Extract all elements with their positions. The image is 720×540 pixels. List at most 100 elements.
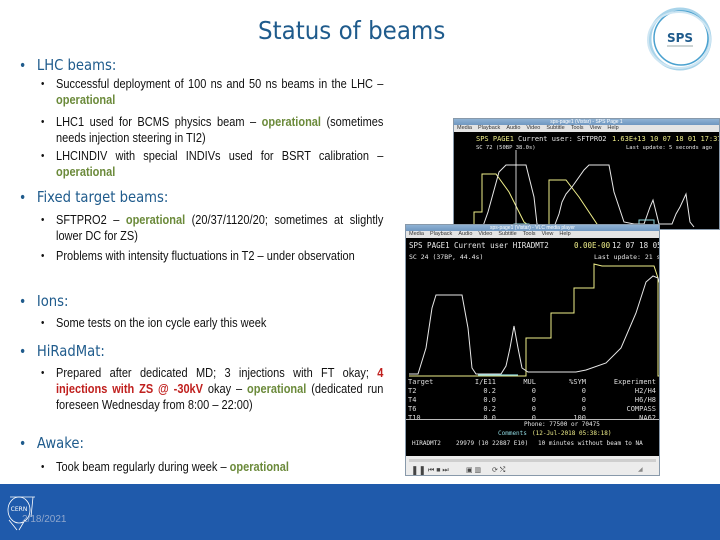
table-cell: MUL	[523, 378, 536, 386]
beam-plot	[409, 263, 659, 377]
item-text: SFTPRO2 –	[56, 213, 126, 227]
bullet-icon: •	[19, 58, 27, 74]
table-cell: 0	[581, 396, 586, 404]
bullet-item: • Prepared after dedicated MD; 3 injectio…	[41, 365, 383, 413]
menu-item-playback[interactable]: Playback	[430, 231, 452, 237]
menu-item-audio[interactable]: Audio	[506, 125, 520, 131]
fullscreen-button[interactable]: ▣ ▥	[466, 466, 481, 475]
svg-text:SPS: SPS	[667, 31, 693, 45]
item-text: okay –	[203, 382, 248, 396]
table-cell: I/E11	[474, 378, 496, 386]
table-cell: Target	[408, 378, 434, 386]
heading-text: Ions:	[36, 292, 69, 310]
section-heading: • HiRadMat:	[19, 342, 105, 360]
bullet-item: • Successful deployment of 100 ns and 50 …	[41, 76, 384, 108]
section-heading: • Awake:	[19, 434, 84, 452]
menu-item-media[interactable]: Media	[457, 125, 472, 131]
menu-item-help[interactable]: Help	[607, 125, 618, 131]
heading-text: LHC beams:	[36, 56, 117, 74]
bullet-icon: •	[19, 294, 27, 310]
table-header: Target I/E11 MUL %SYM Experiment	[408, 378, 657, 387]
menu-item-tools[interactable]: Tools	[523, 231, 536, 237]
beam-plot	[473, 150, 695, 229]
table-row: T4 0.0 0 0 H6/H8	[408, 396, 657, 405]
section-heading: • LHC beams:	[19, 56, 116, 74]
menu-item-audio[interactable]: Audio	[458, 231, 472, 237]
menu-item-media[interactable]: Media	[409, 231, 424, 237]
item-text: LHC1 used for BCMS physics beam –	[56, 115, 262, 129]
bullet-item: • SFTPRO2 – operational (20/37/1120/20; s…	[41, 212, 383, 244]
item-text: Successful deployment of 100 ns and 50 n…	[56, 77, 384, 91]
bullet-icon: •	[41, 367, 45, 379]
volume-slider[interactable]: ◢	[638, 466, 643, 475]
comments-time: (12-Jul-2018 05:38:18)	[532, 430, 612, 437]
menu-item-view[interactable]: View	[542, 231, 554, 237]
slide-date: 2/18/2021	[22, 514, 67, 525]
table-row: T2 0.2 0 0 H2/H4	[408, 387, 657, 396]
menu-item-video[interactable]: Video	[478, 231, 492, 237]
table-row: T6 0.2 0 0 COMPASS	[408, 405, 657, 414]
item-text: Some tests on the ion cycle early this w…	[56, 316, 267, 330]
heading-text: Fixed target beams:	[36, 188, 169, 206]
heading-text: Awake:	[36, 434, 84, 452]
status-operational: operational	[261, 115, 321, 129]
status-operational: operational	[229, 460, 289, 474]
section-heading: • Ions:	[19, 292, 69, 310]
section-heading: • Fixed target beams:	[19, 188, 168, 206]
table-cell: T4	[408, 396, 417, 404]
menu-item-video[interactable]: Video	[526, 125, 540, 131]
menu-item-subtitle[interactable]: Subtitle	[546, 125, 564, 131]
bullet-icon: •	[41, 78, 45, 90]
menu-bar: Media Playback Audio Video Subtitle Tools View…	[406, 231, 659, 238]
slide-footer: CERN 2/18/2021	[0, 484, 720, 540]
bullet-item: • LHC1 used for BCMS physics beam – opera…	[41, 114, 383, 146]
bullet-icon: •	[41, 317, 45, 329]
menu-item-help[interactable]: Help	[559, 231, 570, 237]
intensity-trace	[409, 263, 659, 377]
bullet-icon: •	[41, 461, 45, 473]
cern-logo: CERN	[7, 496, 35, 531]
bullet-item: • Took beam regularly during week – opera…	[41, 459, 383, 475]
phone-info: Phone: 77500 or 70475	[524, 421, 600, 428]
status-message: 10 minutes without beam to NA	[538, 440, 643, 447]
status-user: HIRADMT2	[412, 440, 441, 447]
table-cell: 0	[531, 405, 536, 413]
pause-button[interactable]: ❚❚	[411, 466, 426, 475]
seek-bar[interactable]	[409, 459, 656, 462]
table-cell: 0	[581, 387, 586, 395]
item-text: Problems with intensity fluctuations in …	[56, 249, 355, 263]
table-cell: 0	[531, 387, 536, 395]
bullet-icon: •	[19, 436, 27, 452]
loop-shuffle-buttons[interactable]: ⟳ ⤭	[492, 466, 505, 475]
table-cell: H2/H4	[634, 387, 656, 395]
menu-item-playback[interactable]: Playback	[478, 125, 500, 131]
table-cell: T6	[408, 405, 417, 413]
sftpro2-page1-screenshot: sps-page1 (Vistar) - SPS Page 1 Media Pla…	[453, 118, 720, 230]
bullet-item: • Problems with intensity fluctuations in…	[41, 248, 383, 264]
status-intensity: 29979 (10 22887 E10)	[456, 440, 529, 447]
heading-text: HiRadMat:	[36, 342, 105, 360]
menu-item-subtitle[interactable]: Subtitle	[498, 231, 516, 237]
bullet-icon: •	[19, 344, 27, 360]
menu-item-tools[interactable]: Tools	[571, 125, 584, 131]
table-cell: H6/H8	[634, 396, 656, 404]
energy-trace	[474, 164, 695, 229]
item-text: Took beam regularly during week –	[56, 460, 230, 474]
divider	[406, 419, 659, 420]
table-cell: 0.2	[483, 405, 496, 413]
skip-controls[interactable]: ⏮ ■ ⏭	[428, 466, 449, 475]
bullet-item: • Some tests on the ion cycle early this …	[41, 315, 383, 331]
bullet-item: • LHCINDIV with special INDIVs used for B…	[41, 148, 383, 180]
svg-text:CERN: CERN	[11, 506, 28, 513]
table-cell: T2	[408, 387, 417, 395]
menu-item-view[interactable]: View	[590, 125, 602, 131]
bullet-content: • LHC beams: • Successful deployment of 100…	[0, 0, 400, 480]
table-cell: 0.0	[483, 396, 496, 404]
bullet-icon: •	[41, 250, 45, 262]
hiradmt2-page1-screenshot: sps-page1 (Vistar) - VLC media player Me…	[405, 224, 660, 476]
status-operational: operational	[125, 213, 186, 227]
media-controls: ❚❚ ⏮ ■ ⏭ ▣ ▥ ⟳ ⤭ ◢	[406, 456, 659, 475]
status-operational: operational	[247, 382, 307, 396]
status-operational: operational	[56, 165, 116, 179]
table-cell: Experiment	[613, 378, 656, 386]
